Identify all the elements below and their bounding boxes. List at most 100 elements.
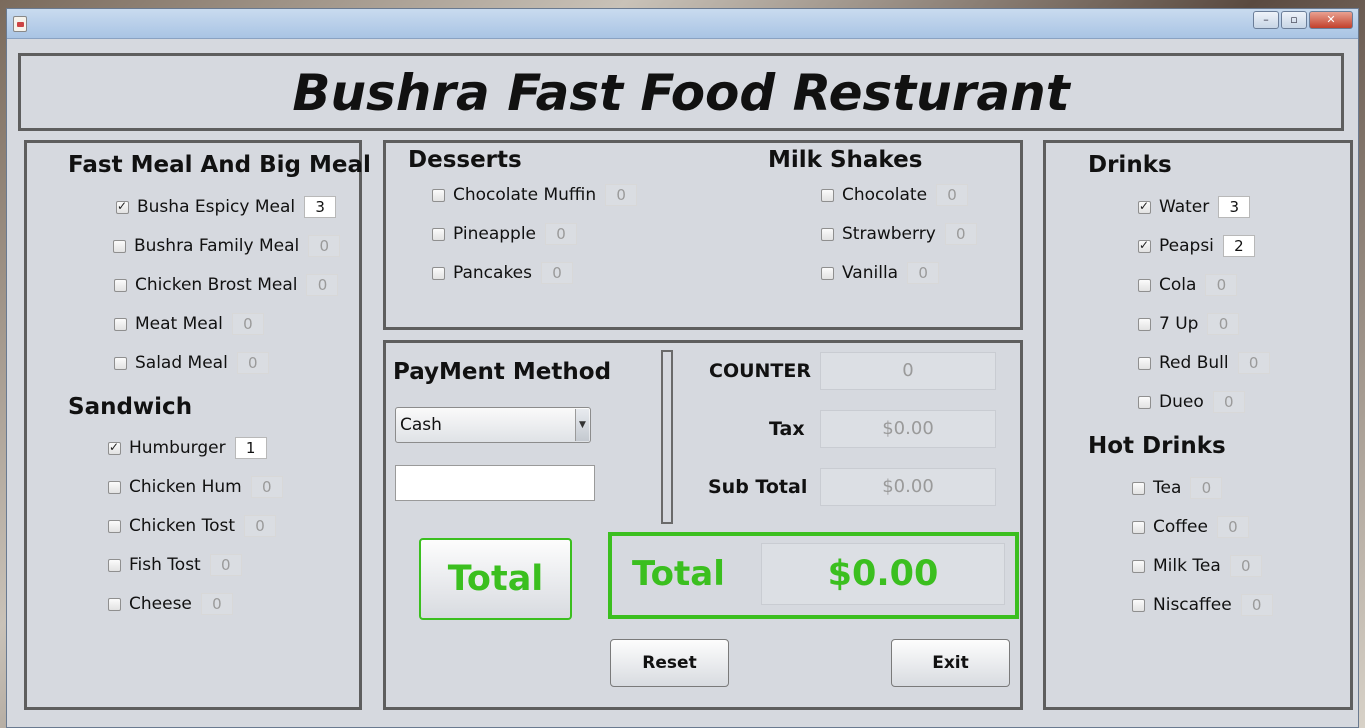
menu-item-label[interactable]: Chocolate	[842, 185, 927, 205]
menu-item-label[interactable]: Coffee	[1153, 517, 1208, 537]
chevron-down-icon[interactable]: ▼	[575, 409, 589, 441]
menu-item-label[interactable]: Busha Espicy Meal	[137, 197, 295, 217]
vanilla-checkbox[interactable]	[821, 266, 834, 280]
chocolate-muffin-qty-field[interactable]: 0	[605, 184, 638, 206]
cheese-qty-field[interactable]: 0	[200, 593, 233, 615]
chicken-tost-checkbox[interactable]	[108, 519, 121, 533]
menu-item-strawberry: Strawberry 0	[821, 222, 977, 246]
chicken-hum-qty-field[interactable]: 0	[250, 476, 283, 498]
menu-item-coffee: Coffee 0	[1132, 515, 1249, 539]
menu-item-label[interactable]: Fish Tost	[129, 555, 201, 575]
menu-item-label[interactable]: Pineapple	[453, 224, 536, 244]
menu-item-label[interactable]: Chicken Brost Meal	[135, 275, 297, 295]
menu-item-label[interactable]: Pancakes	[453, 263, 532, 283]
menu-item-pancakes: Pancakes 0	[432, 261, 573, 285]
cola-qty-field[interactable]: 0	[1205, 274, 1238, 296]
milk-tea-qty-field[interactable]: 0	[1229, 555, 1262, 577]
menu-item-label[interactable]: Vanilla	[842, 263, 898, 283]
pineapple-checkbox[interactable]	[432, 227, 445, 241]
tea-checkbox[interactable]	[1132, 481, 1145, 495]
dueo-qty-field[interactable]: 0	[1212, 391, 1245, 413]
fish-tost-qty-field[interactable]: 0	[209, 554, 242, 576]
humburger-qty-field[interactable]: 1	[234, 437, 267, 459]
exit-button[interactable]: Exit	[891, 639, 1010, 687]
7-up-qty-field[interactable]: 0	[1207, 313, 1240, 335]
dueo-checkbox[interactable]	[1138, 395, 1151, 409]
fish-tost-checkbox[interactable]	[108, 558, 121, 572]
bushra-family-meal-checkbox[interactable]	[113, 239, 126, 253]
menu-item-label[interactable]: 7 Up	[1159, 314, 1198, 334]
chicken-brost-meal-qty-field[interactable]: 0	[306, 274, 339, 296]
chocolate-checkbox[interactable]	[821, 188, 834, 202]
chicken-hum-checkbox[interactable]	[108, 480, 121, 494]
vanilla-qty-field[interactable]: 0	[907, 262, 940, 284]
menu-item-label[interactable]: Cola	[1159, 275, 1196, 295]
cheese-checkbox[interactable]	[108, 597, 121, 611]
busha-espicy-meal-qty-field[interactable]: 3	[304, 196, 337, 218]
menu-item-label[interactable]: Meat Meal	[135, 314, 223, 334]
peapsi-qty-field[interactable]: 2	[1222, 235, 1255, 257]
meat-meal-qty-field[interactable]: 0	[231, 313, 264, 335]
chicken-brost-meal-checkbox[interactable]	[114, 278, 127, 292]
pineapple-qty-field[interactable]: 0	[545, 223, 578, 245]
menu-item-label[interactable]: Tea	[1153, 478, 1181, 498]
menu-item-label[interactable]: Peapsi	[1159, 236, 1214, 256]
meat-meal-checkbox[interactable]	[114, 317, 127, 331]
menu-item-bushra-family-meal: Bushra Family Meal 0	[113, 234, 341, 258]
menu-item-dueo: Dueo 0	[1138, 390, 1245, 414]
payment-method-select[interactable]: Cash ▼	[395, 407, 591, 443]
menu-item-label[interactable]: Humburger	[129, 438, 226, 458]
menu-item-cola: Cola 0	[1138, 273, 1238, 297]
menu-item-tea: Tea 0	[1132, 476, 1223, 500]
menu-item-label[interactable]: Chicken Tost	[129, 516, 235, 536]
niscaffee-checkbox[interactable]	[1132, 598, 1145, 612]
menu-item-label[interactable]: Strawberry	[842, 224, 936, 244]
menu-item-label[interactable]: Chicken Hum	[129, 477, 242, 497]
drinks-heading: Drinks	[1088, 152, 1172, 178]
payment-method-heading: PayMent Method	[393, 359, 612, 385]
pancakes-qty-field[interactable]: 0	[541, 262, 573, 284]
desserts-milkshakes-panel: Desserts Milk Shakes Chocolate Muffin 0 Pi…	[383, 140, 1023, 330]
strawberry-qty-field[interactable]: 0	[944, 223, 977, 245]
tea-qty-field[interactable]: 0	[1190, 477, 1223, 499]
menu-item-peapsi: Peapsi 2	[1138, 234, 1255, 258]
menu-item-label[interactable]: Water	[1159, 197, 1209, 217]
menu-item-vanilla: Vanilla 0	[821, 261, 940, 285]
minimize-button[interactable]: –	[1253, 11, 1279, 29]
salad-meal-qty-field[interactable]: 0	[236, 352, 269, 374]
menu-item-label[interactable]: Niscaffee	[1153, 595, 1232, 615]
salad-meal-checkbox[interactable]	[114, 356, 127, 370]
bushra-family-meal-qty-field[interactable]: 0	[308, 235, 341, 257]
7-up-checkbox[interactable]	[1138, 317, 1151, 331]
reset-button[interactable]: Reset	[610, 639, 729, 687]
coffee-checkbox[interactable]	[1132, 520, 1145, 534]
cola-checkbox[interactable]	[1138, 278, 1151, 292]
payment-amount-input[interactable]	[395, 465, 595, 501]
chocolate-qty-field[interactable]: 0	[936, 184, 969, 206]
water-checkbox[interactable]	[1138, 199, 1151, 214]
milk-tea-checkbox[interactable]	[1132, 559, 1145, 573]
strawberry-checkbox[interactable]	[821, 227, 834, 241]
menu-item-label[interactable]: Chocolate Muffin	[453, 185, 596, 205]
chocolate-muffin-checkbox[interactable]	[432, 188, 445, 202]
close-button[interactable]: ✕	[1309, 11, 1353, 29]
water-qty-field[interactable]: 3	[1218, 196, 1251, 218]
menu-item-label[interactable]: Bushra Family Meal	[134, 236, 299, 256]
menu-item-label[interactable]: Dueo	[1159, 392, 1204, 412]
red-bull-qty-field[interactable]: 0	[1237, 352, 1270, 374]
menu-item-label[interactable]: Cheese	[129, 594, 192, 614]
red-bull-checkbox[interactable]	[1138, 356, 1151, 370]
maximize-button[interactable]: ▫	[1281, 11, 1307, 29]
pancakes-checkbox[interactable]	[432, 266, 445, 280]
chicken-tost-qty-field[interactable]: 0	[244, 515, 277, 537]
niscaffee-qty-field[interactable]: 0	[1240, 594, 1273, 616]
sandwich-heading: Sandwich	[68, 394, 193, 420]
total-button[interactable]: Total	[419, 538, 572, 620]
busha-espicy-meal-checkbox[interactable]	[116, 199, 129, 214]
menu-item-label[interactable]: Salad Meal	[135, 353, 228, 373]
coffee-qty-field[interactable]: 0	[1216, 516, 1249, 538]
menu-item-label[interactable]: Red Bull	[1159, 353, 1229, 373]
humburger-checkbox[interactable]	[108, 440, 121, 455]
menu-item-label[interactable]: Milk Tea	[1153, 556, 1221, 576]
peapsi-checkbox[interactable]	[1138, 238, 1151, 253]
